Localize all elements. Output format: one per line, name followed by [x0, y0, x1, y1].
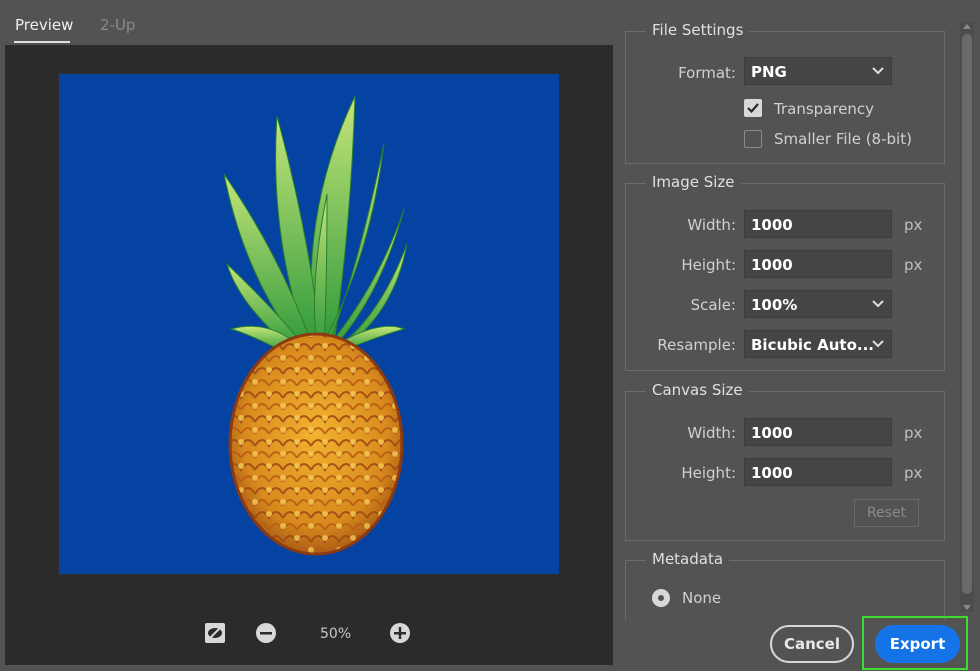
canvas-width-label: Width: — [687, 424, 736, 442]
group-title: File Settings — [646, 21, 750, 39]
zoom-bar: 50% — [5, 615, 613, 655]
resample-label: Resample: — [657, 336, 736, 354]
canvas-width-unit: px — [904, 424, 923, 442]
image-height-label: Height: — [681, 256, 736, 274]
toggle-transparency-icon[interactable] — [204, 622, 226, 644]
group-title: Image Size — [646, 173, 741, 191]
group-title: Canvas Size — [646, 381, 749, 399]
smaller-file-checkbox[interactable] — [744, 130, 762, 148]
file-settings-group: File Settings Format: PNG Transparency S… — [625, 21, 945, 164]
scroll-up-icon[interactable] — [963, 24, 971, 29]
image-width-label: Width: — [687, 216, 736, 234]
checkmark-icon — [747, 103, 759, 114]
canvas-height-unit: px — [904, 464, 923, 482]
scale-select[interactable]: 100% — [744, 290, 892, 318]
zoom-level: 50% — [320, 626, 352, 642]
active-tab-indicator — [14, 41, 70, 43]
scale-value: 100% — [751, 296, 798, 314]
canvas-size-group: Canvas Size Width: 1000 px Height: 1000 … — [625, 381, 945, 541]
settings-scrollbar[interactable] — [960, 22, 974, 612]
canvas-height-input[interactable]: 1000 — [744, 458, 892, 486]
preview-pane: 50% — [5, 45, 613, 665]
cancel-button[interactable]: Cancel — [770, 625, 854, 663]
image-height-unit: px — [904, 256, 923, 274]
canvas-width-input[interactable]: 1000 — [744, 418, 892, 446]
metadata-none-radio[interactable] — [652, 589, 670, 607]
image-size-group: Image Size Width: 1000 px Height: 1000 p… — [625, 173, 945, 371]
canvas-height-label: Height: — [681, 464, 736, 482]
format-select[interactable]: PNG — [744, 57, 892, 85]
group-title: Metadata — [646, 550, 730, 568]
settings-panel: File Settings Format: PNG Transparency S… — [625, 0, 975, 671]
image-width-unit: px — [904, 216, 923, 234]
image-width-input[interactable]: 1000 — [744, 210, 892, 238]
pineapple-illustration — [223, 95, 408, 556]
format-value: PNG — [751, 63, 787, 81]
zoom-in-icon[interactable] — [389, 622, 411, 644]
smaller-file-label[interactable]: Smaller File (8-bit) — [774, 130, 912, 148]
chevron-down-icon — [872, 300, 884, 308]
scroll-down-icon[interactable] — [963, 605, 971, 610]
chevron-down-icon — [872, 67, 884, 75]
preview-image — [59, 74, 559, 574]
scroll-thumb[interactable] — [962, 34, 972, 594]
metadata-none-label[interactable]: None — [682, 589, 721, 607]
resample-value: Bicubic Auto... — [751, 336, 874, 354]
tab-preview[interactable]: Preview — [15, 16, 73, 34]
resample-select[interactable]: Bicubic Auto... — [744, 330, 892, 358]
image-height-input[interactable]: 1000 — [744, 250, 892, 278]
metadata-group: Metadata None — [625, 550, 945, 620]
format-label: Format: — [678, 64, 736, 82]
scale-label: Scale: — [690, 296, 736, 314]
zoom-out-icon[interactable] — [255, 622, 277, 644]
preview-tabs: Preview 2-Up — [0, 0, 615, 44]
export-button[interactable]: Export — [875, 625, 960, 663]
reset-button[interactable]: Reset — [854, 499, 919, 527]
transparency-label[interactable]: Transparency — [774, 100, 874, 118]
chevron-down-icon — [872, 340, 884, 348]
tab-2-up[interactable]: 2-Up — [100, 16, 135, 34]
transparency-checkbox[interactable] — [744, 99, 762, 117]
